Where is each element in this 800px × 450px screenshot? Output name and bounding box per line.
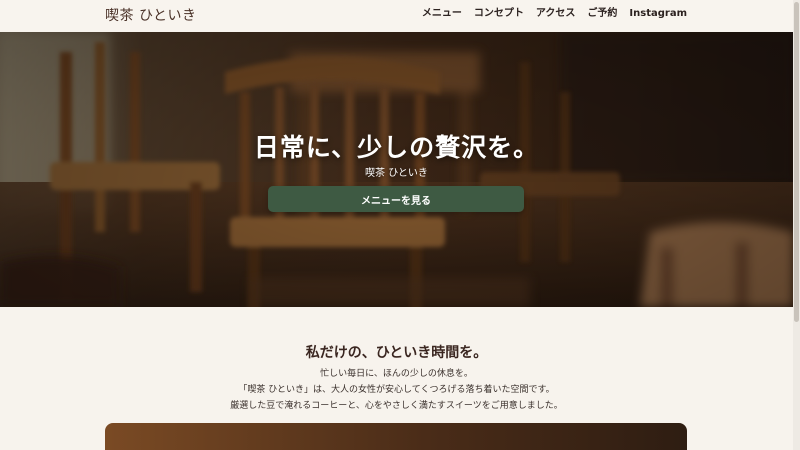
hero-subtitle: 喫茶 ひといき	[365, 168, 428, 179]
nav-link-menu[interactable]: メニュー	[422, 8, 462, 20]
intro-line: 「喫茶 ひといき」は、大人の女性が安心してくつろげる落ち着いた空間です。	[238, 385, 555, 395]
intro-title: 私だけの、ひといき時間を。	[305, 345, 488, 361]
nav-link-concept[interactable]: コンセプト	[474, 8, 524, 20]
intro-line: 厳選した豆で淹れるコーヒーと、心をやさしく満たすスイーツをご用意しました。	[230, 401, 563, 411]
nav-link-access[interactable]: アクセス	[536, 8, 576, 20]
intro-line: 忙しい毎日に、ほんの少しの休息を。	[320, 369, 473, 379]
main-nav: メニュー コンセプト アクセス ご予約 Instagram	[422, 8, 687, 20]
view-menu-button[interactable]: メニューを見る	[268, 186, 524, 212]
site-header: 喫茶 ひといき メニュー コンセプト アクセス ご予約 Instagram	[0, 0, 800, 32]
site-logo[interactable]: 喫茶 ひといき	[105, 5, 197, 25]
nav-link-reservation[interactable]: ご予約	[587, 8, 617, 20]
hero-section: 日常に、少しの贅沢を。 喫茶 ひといき メニューを見る	[0, 32, 793, 307]
nav-link-instagram[interactable]: Instagram	[629, 8, 687, 20]
scrollbar-thumb[interactable]	[794, 2, 799, 322]
page: 喫茶 ひといき メニュー コンセプト アクセス ご予約 Instagram 日常…	[0, 0, 800, 450]
scrollbar[interactable]	[793, 0, 800, 450]
intro-text: 忙しい毎日に、ほんの少しの休息を。 「喫茶 ひといき」は、大人の女性が安心してく…	[0, 366, 793, 414]
hero-title: 日常に、少しの贅沢を。	[253, 133, 540, 162]
feature-image-card	[105, 423, 687, 450]
